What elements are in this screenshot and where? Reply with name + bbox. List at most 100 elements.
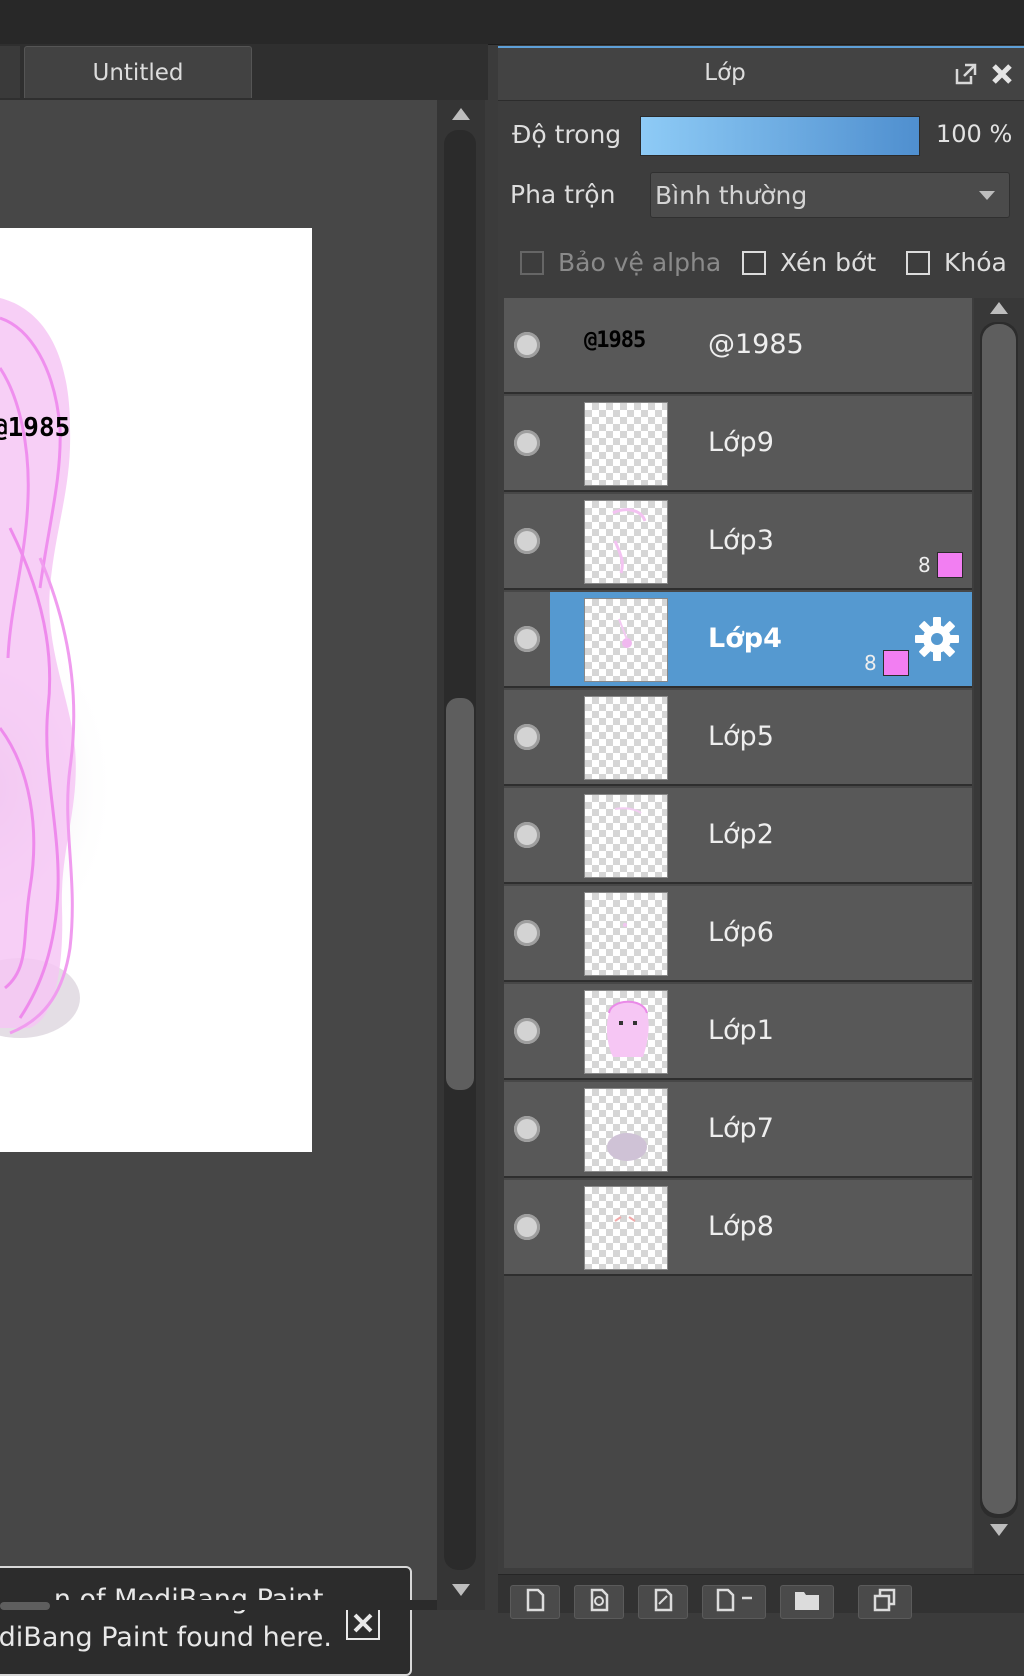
layer-row[interactable]: Lớp8 xyxy=(504,1180,972,1276)
layer-row[interactable]: Lớp5 xyxy=(504,690,972,786)
close-panel-button[interactable] xyxy=(988,60,1016,88)
layer-name: Lớp1 xyxy=(708,1015,774,1046)
new-layer-button[interactable] xyxy=(510,1585,560,1619)
previous-document-tab[interactable] xyxy=(0,46,20,98)
badge-count: 8 xyxy=(864,651,877,675)
layer-name: Lớp4 xyxy=(708,623,782,654)
layer-list-scrollbar[interactable] xyxy=(974,298,1024,1588)
layer-row[interactable]: Lớp3 8 xyxy=(504,494,972,590)
visibility-toggle-icon[interactable] xyxy=(514,332,540,358)
alpha-protect-checkbox[interactable]: Bảo vệ alpha xyxy=(520,248,721,277)
layer-row[interactable]: Lớp9 xyxy=(504,396,972,492)
layer-name: Lớp5 xyxy=(708,721,774,752)
canvas-area[interactable]: @1985 n of MediBang Paint. diBang Paint … xyxy=(0,100,437,1676)
scroll-down-arrow-icon[interactable] xyxy=(452,1584,470,1596)
artwork: @1985 xyxy=(0,298,140,1038)
layer-thumbnail xyxy=(584,794,668,878)
close-icon xyxy=(992,64,1012,84)
scroll-up-arrow-icon[interactable] xyxy=(990,302,1008,314)
layer-thumbnail xyxy=(584,500,668,584)
layer-name: Lớp9 xyxy=(708,427,774,458)
visibility-toggle-icon[interactable] xyxy=(514,528,540,554)
canvas-vertical-scrollbar[interactable] xyxy=(437,100,485,1610)
lock-checkbox[interactable]: Khóa xyxy=(906,248,1007,277)
new-folder-button[interactable] xyxy=(780,1585,834,1619)
visibility-toggle-icon[interactable] xyxy=(514,1018,540,1044)
document-tab-strip: Untitled xyxy=(0,44,488,100)
popout-icon xyxy=(955,63,977,85)
layer-name: Lớp2 xyxy=(708,819,774,850)
color-swatch xyxy=(882,650,909,676)
detach-panel-button[interactable] xyxy=(952,60,980,88)
layer-list: @1985 @1985 Lớp9 Lớp3 8 Lớp4 8 Lớp5 Lớp2… xyxy=(504,298,972,1568)
notification-line-2: diBang Paint found here. xyxy=(0,1622,332,1653)
layer-thumbnail-text: @1985 xyxy=(584,328,646,353)
layer-panel-title: Lớp xyxy=(704,60,746,86)
document-tab-untitled[interactable]: Untitled xyxy=(24,46,252,98)
clipping-label: Xén bớt xyxy=(780,248,877,277)
layer-row[interactable]: Lớp6 xyxy=(504,886,972,982)
visibility-toggle-icon[interactable] xyxy=(514,1214,540,1240)
gear-icon[interactable] xyxy=(914,616,960,662)
visibility-toggle-icon[interactable] xyxy=(514,822,540,848)
blend-label: Pha trộn xyxy=(510,180,616,209)
layer-thumbnail xyxy=(584,892,668,976)
duplicate-layer-button[interactable] xyxy=(858,1585,912,1619)
new-color-layer-icon xyxy=(590,1588,609,1612)
layer-thumbnail xyxy=(584,990,668,1074)
layer-panel: Lớp Độ trong 100 % Pha trộn Bình thường … xyxy=(498,46,1024,1619)
new-layer-type-menu-button[interactable] xyxy=(702,1585,766,1619)
new-color-layer-button[interactable] xyxy=(574,1585,624,1619)
layer-row[interactable]: Lớp2 xyxy=(504,788,972,884)
notification-banner: n of MediBang Paint. diBang Paint found … xyxy=(0,1566,412,1676)
canvas-horizontal-scrollbar[interactable] xyxy=(0,1600,437,1610)
layer-name: @1985 xyxy=(708,329,804,360)
notification-close-button[interactable] xyxy=(346,1606,380,1640)
layer-type-menu-icon xyxy=(716,1588,752,1612)
layer-row[interactable]: Lớp1 xyxy=(504,984,972,1080)
canvas-watermark: @1985 xyxy=(0,413,70,443)
duplicate-icon xyxy=(873,1588,896,1612)
lock-label: Khóa xyxy=(944,248,1007,277)
layer-thumbnail xyxy=(584,402,668,486)
horizontal-scroll-thumb[interactable] xyxy=(0,1602,50,1610)
new-halftone-layer-button[interactable] xyxy=(638,1585,688,1619)
visibility-toggle-icon[interactable] xyxy=(514,724,540,750)
chevron-down-icon xyxy=(979,191,995,200)
document-tab-label: Untitled xyxy=(92,59,184,86)
checkbox-box xyxy=(742,250,766,275)
layer-row-selected[interactable]: Lớp4 8 xyxy=(504,592,972,688)
visibility-toggle-icon[interactable] xyxy=(514,920,540,946)
scroll-down-arrow-icon[interactable] xyxy=(990,1524,1008,1536)
color-swatch xyxy=(936,552,963,578)
scroll-up-arrow-icon[interactable] xyxy=(452,108,470,120)
visibility-toggle-icon[interactable] xyxy=(514,1116,540,1142)
opacity-value: 100 % xyxy=(936,120,1013,148)
checkbox-box xyxy=(906,250,930,275)
layer-row[interactable]: @1985 @1985 xyxy=(504,298,972,394)
checkbox-box xyxy=(520,250,544,275)
layer-thumbnail xyxy=(584,696,668,780)
blend-mode-select[interactable]: Bình thường xyxy=(650,172,1010,218)
clipping-badge: 8 xyxy=(918,552,963,578)
layer-row[interactable]: Lớp7 xyxy=(504,1082,972,1178)
layer-thumbnail xyxy=(584,1186,668,1270)
opacity-label: Độ trong xyxy=(512,120,622,149)
visibility-toggle-icon[interactable] xyxy=(514,626,540,652)
scroll-thumb[interactable] xyxy=(982,324,1016,1514)
layer-thumbnail xyxy=(584,1088,668,1172)
new-layer-icon xyxy=(526,1588,545,1612)
close-icon xyxy=(353,1613,373,1633)
drawing-paper[interactable]: @1985 xyxy=(0,228,312,1152)
scroll-thumb[interactable] xyxy=(446,698,474,1090)
clipping-checkbox[interactable]: Xén bớt xyxy=(742,248,876,277)
app-top-bar xyxy=(0,0,1024,45)
alpha-protect-label: Bảo vệ alpha xyxy=(558,248,722,277)
layer-name: Lớp8 xyxy=(708,1211,774,1242)
opacity-slider[interactable] xyxy=(640,116,920,156)
blend-mode-value: Bình thường xyxy=(655,181,808,210)
new-halftone-layer-icon xyxy=(654,1588,673,1612)
layer-toolbar xyxy=(498,1574,1024,1619)
visibility-toggle-icon[interactable] xyxy=(514,430,540,456)
folder-icon xyxy=(795,1592,819,1610)
